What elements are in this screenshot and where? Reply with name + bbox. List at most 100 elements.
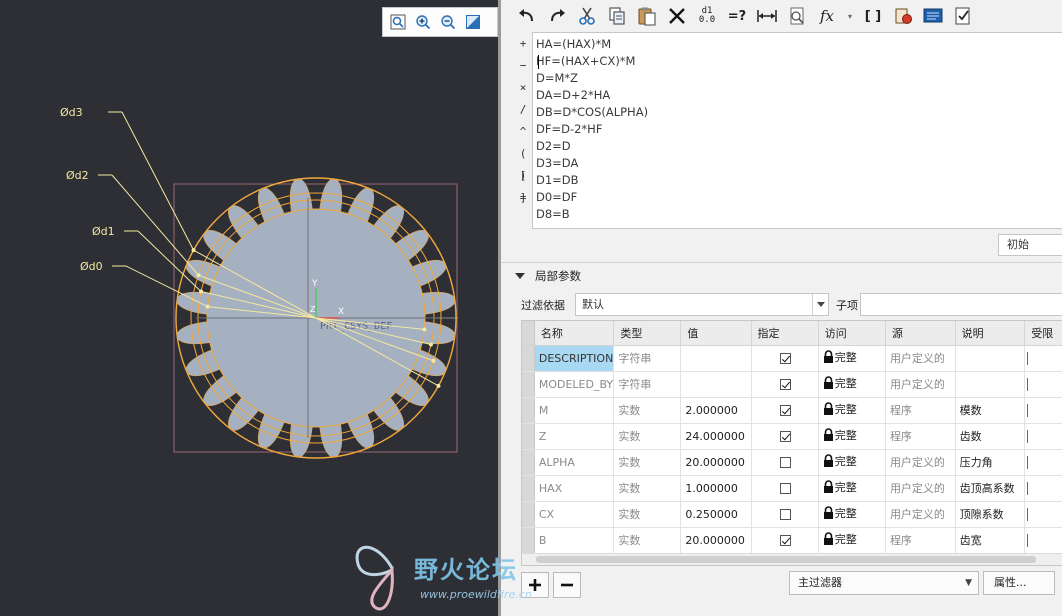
- param-name[interactable]: HAX: [534, 475, 615, 502]
- graphics-viewport[interactable]: Y X Z PRT_CSYS_DEF Ød3 Ød2 Ød1 Ød0: [0, 0, 498, 616]
- param-value[interactable]: 24.000000: [680, 423, 752, 450]
- dimension-icon[interactable]: [755, 4, 779, 28]
- designated-checkbox[interactable]: [779, 353, 791, 364]
- param-description[interactable]: [955, 345, 1026, 372]
- designated-checkbox[interactable]: [779, 483, 791, 494]
- param-value[interactable]: 2.000000: [680, 397, 752, 424]
- param-restricted[interactable]: [1024, 527, 1062, 554]
- column-header[interactable]: 指定: [751, 321, 819, 346]
- filter-select[interactable]: 默认: [575, 293, 829, 316]
- param-type[interactable]: 字符串: [613, 345, 682, 372]
- chevron-down-icon[interactable]: [812, 294, 828, 315]
- collapse-triangle-icon[interactable]: [515, 272, 525, 279]
- table-row[interactable]: HAX 实数 1.000000 完整 用户定义的 齿顶高系数: [522, 475, 1062, 502]
- check-icon[interactable]: [951, 4, 975, 28]
- designated-checkbox[interactable]: [779, 535, 791, 546]
- cut-icon[interactable]: [575, 4, 599, 28]
- paste-icon[interactable]: [635, 4, 659, 28]
- table-row[interactable]: DESCRIPTION 字符串 完整 用户定义的: [522, 345, 1062, 372]
- row-header[interactable]: [522, 449, 535, 476]
- designated-checkbox[interactable]: [779, 431, 791, 442]
- param-type[interactable]: 实数: [613, 501, 682, 528]
- zoom-in-icon[interactable]: [412, 11, 434, 33]
- param-source[interactable]: 用户定义的: [885, 371, 956, 398]
- local-params-header[interactable]: 局部参数: [501, 262, 1062, 288]
- scrollbar-thumb[interactable]: [536, 556, 1036, 563]
- param-source[interactable]: 程序: [885, 527, 956, 554]
- evaluate-icon[interactable]: d1 0.0: [695, 4, 719, 28]
- param-access[interactable]: 完整: [818, 501, 886, 528]
- param-access[interactable]: 完整: [818, 527, 886, 554]
- sub-item-select[interactable]: [860, 293, 1062, 316]
- relation-line[interactable]: HF=(HAX+CX)*M: [536, 53, 1061, 70]
- param-name[interactable]: M: [534, 397, 615, 424]
- param-restricted[interactable]: [1024, 423, 1062, 450]
- param-name[interactable]: CX: [534, 501, 615, 528]
- relation-line[interactable]: D1=DB: [536, 172, 1061, 189]
- horizontal-scrollbar[interactable]: [522, 553, 1062, 565]
- param-designated[interactable]: [751, 475, 819, 502]
- param-name[interactable]: DESCRIPTION: [534, 345, 615, 372]
- delete-icon[interactable]: [665, 4, 689, 28]
- designated-checkbox[interactable]: [779, 457, 791, 468]
- param-designated[interactable]: [751, 423, 819, 450]
- param-type[interactable]: 实数: [613, 423, 682, 450]
- copy-icon[interactable]: [605, 4, 629, 28]
- relation-line[interactable]: D=M*Z: [536, 70, 1061, 87]
- param-access[interactable]: 完整: [818, 345, 886, 372]
- param-restricted[interactable]: [1024, 449, 1062, 476]
- param-value[interactable]: 1.000000: [680, 475, 752, 502]
- param-source[interactable]: 用户定义的: [885, 475, 956, 502]
- param-description[interactable]: 齿顶高系数: [955, 475, 1026, 502]
- relation-line[interactable]: D2=D: [536, 138, 1061, 155]
- column-header[interactable]: 访问: [818, 321, 886, 346]
- param-source[interactable]: 程序: [885, 397, 956, 424]
- relations-editor[interactable]: HA=(HAX)*M HF=(HAX+CX)*M D=M*Z DA=D+2*HA…: [532, 32, 1062, 229]
- operator-parentheses[interactable]: ( ): [515, 143, 531, 182]
- param-name[interactable]: B: [534, 527, 615, 554]
- repaint-icon[interactable]: [462, 11, 484, 33]
- param-value[interactable]: [680, 371, 752, 398]
- table-row[interactable]: CX 实数 0.250000 完整 用户定义的 顶隙系数: [522, 501, 1062, 528]
- sort-icon[interactable]: [785, 4, 809, 28]
- designated-checkbox[interactable]: [779, 405, 791, 416]
- table-row[interactable]: MODELED_BY 字符串 完整 用户定义的: [522, 371, 1062, 398]
- redo-icon[interactable]: [545, 4, 569, 28]
- param-value[interactable]: 0.250000: [680, 501, 752, 528]
- param-restricted[interactable]: [1024, 345, 1062, 372]
- relation-line[interactable]: HA=(HAX)*M: [536, 36, 1061, 53]
- param-designated[interactable]: [751, 397, 819, 424]
- relation-line[interactable]: DA=D+2*HA: [536, 87, 1061, 104]
- row-header[interactable]: [522, 475, 535, 502]
- param-restricted[interactable]: [1024, 475, 1062, 502]
- param-source[interactable]: 程序: [885, 423, 956, 450]
- parameter-icon[interactable]: [891, 4, 915, 28]
- param-access[interactable]: 完整: [818, 371, 886, 398]
- undo-icon[interactable]: [515, 4, 539, 28]
- column-header[interactable]: 值: [680, 321, 752, 346]
- param-source[interactable]: 用户定义的: [885, 345, 956, 372]
- param-access[interactable]: 完整: [818, 397, 886, 424]
- param-name[interactable]: Z: [534, 423, 615, 450]
- param-restricted[interactable]: [1024, 371, 1062, 398]
- param-designated[interactable]: [751, 449, 819, 476]
- column-header[interactable]: 受限: [1024, 321, 1062, 346]
- param-access[interactable]: 完整: [818, 449, 886, 476]
- function-button[interactable]: fx: [815, 4, 839, 28]
- param-source[interactable]: 用户定义的: [885, 449, 956, 476]
- param-source[interactable]: 用户定义的: [885, 501, 956, 528]
- table-row[interactable]: M 实数 2.000000 完整 程序 模数: [522, 397, 1062, 424]
- display-icon[interactable]: [921, 4, 945, 28]
- param-description[interactable]: 模数: [955, 397, 1026, 424]
- param-name[interactable]: MODELED_BY: [534, 371, 615, 398]
- param-type[interactable]: 实数: [613, 449, 682, 476]
- param-name[interactable]: ALPHA: [534, 449, 615, 476]
- function-dropdown-icon[interactable]: ▾: [845, 4, 855, 28]
- operator-equals[interactable]: =: [520, 187, 527, 209]
- param-value[interactable]: 20.000000: [680, 449, 752, 476]
- properties-button[interactable]: 属性...: [983, 571, 1055, 595]
- param-designated[interactable]: [751, 501, 819, 528]
- zoom-out-icon[interactable]: [437, 11, 459, 33]
- relation-line[interactable]: D0=DF: [536, 189, 1061, 206]
- row-header[interactable]: [522, 345, 535, 372]
